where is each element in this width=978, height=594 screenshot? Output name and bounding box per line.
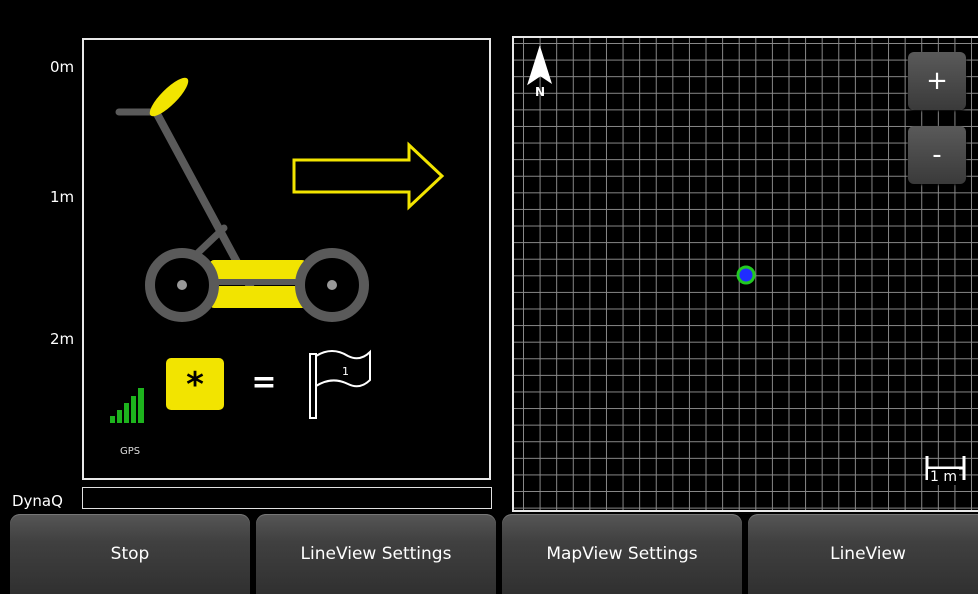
gps-label: GPS <box>120 446 141 457</box>
line-view-panel: * = 1 GPS <box>82 38 491 480</box>
north-arrow-icon: N <box>527 45 552 99</box>
scale-label: 1 m <box>928 469 959 485</box>
zoom-in-button[interactable]: + <box>908 52 966 110</box>
svg-text:N: N <box>535 85 545 99</box>
zoom-out-button[interactable]: - <box>908 126 966 184</box>
map-view[interactable]: N + - 1 m <box>512 36 978 512</box>
star-key-icon: * <box>166 358 224 410</box>
dynaq-label: DynaQ <box>12 492 63 510</box>
depth-label-1m: 1m <box>50 188 75 206</box>
gps-signal-icon <box>110 388 144 423</box>
lineview-settings-button[interactable]: LineView Settings <box>256 514 496 594</box>
depth-label-2m: 2m <box>50 330 75 348</box>
gpr-cart-icon <box>115 77 369 322</box>
direction-arrow-icon <box>292 141 445 211</box>
flag-icon: 1 <box>309 349 371 419</box>
equals-sign: = <box>251 365 276 400</box>
stop-button[interactable]: Stop <box>10 514 250 594</box>
dynaq-bar <box>82 487 492 509</box>
lineview-button[interactable]: LineView <box>748 514 978 594</box>
depth-label-0m: 0m <box>50 58 75 76</box>
svg-text:*: * <box>186 365 204 405</box>
svg-text:1: 1 <box>342 365 349 378</box>
position-marker-icon <box>736 265 756 285</box>
mapview-settings-button[interactable]: MapView Settings <box>502 514 742 594</box>
